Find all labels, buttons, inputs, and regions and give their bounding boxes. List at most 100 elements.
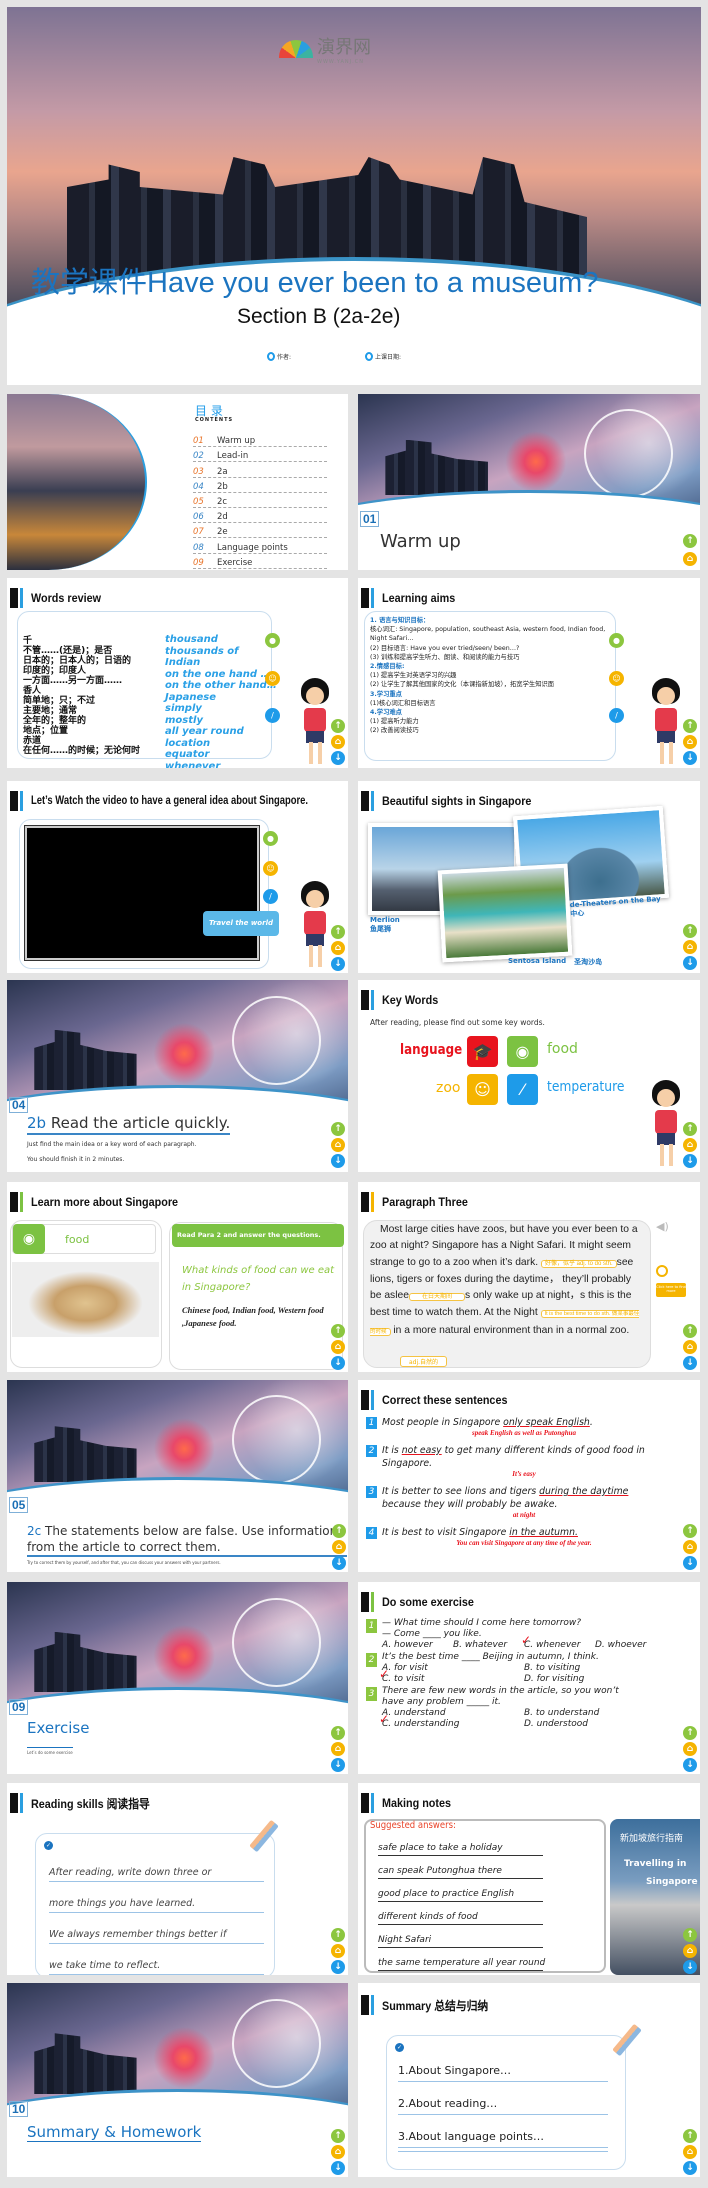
nav-up-icon[interactable]: ↑	[331, 925, 345, 939]
option[interactable]: C. to visit ✓	[379, 1668, 524, 1685]
nav-home-icon[interactable]: ⌂	[332, 1540, 346, 1554]
nav-down-icon[interactable]: ↓	[331, 2161, 345, 2175]
nav-up-icon[interactable]: ↑	[331, 1726, 345, 1740]
nav-down-icon[interactable]: ↓	[683, 1960, 697, 1974]
nav-up-icon[interactable]: ↑	[331, 1122, 345, 1136]
nav-home-icon[interactable]: ⌂	[331, 735, 345, 749]
nav-home-icon[interactable]: ⌂	[683, 1540, 697, 1554]
slide-2b[interactable]: 04 2b Read the article quickly. Just fin…	[7, 980, 348, 1172]
nav-up-icon[interactable]: ↑	[331, 2129, 345, 2143]
option[interactable]: D. for visiting	[524, 1674, 666, 1685]
travel-world-button[interactable]: Travel the world	[203, 911, 279, 936]
toc-item[interactable]: 03 2a	[193, 462, 327, 478]
nav-up-icon[interactable]: ↑	[683, 534, 697, 548]
nav-down-icon[interactable]: ↓	[331, 957, 345, 971]
nav-up-icon[interactable]: ↑	[683, 1524, 697, 1538]
nav-up-icon[interactable]: ↑	[332, 1524, 346, 1538]
nav-down-icon[interactable]: ↓	[331, 1960, 345, 1974]
nav-down-icon[interactable]: ↓	[683, 2161, 697, 2175]
nav-up-icon[interactable]: ↑	[331, 719, 345, 733]
nav-up-icon[interactable]: ↑	[683, 1726, 697, 1740]
slide-making-notes[interactable]: Making notes Suggested answers: safe pla…	[358, 1783, 700, 1975]
option[interactable]: A. understand	[382, 1708, 524, 1719]
nav-down-icon[interactable]: ↓	[683, 751, 697, 765]
option[interactable]: A. for visit	[382, 1663, 524, 1674]
slide-correct-sentences[interactable]: Correct these sentences 1 Most people in …	[358, 1380, 700, 1572]
slide-key-words[interactable]: Key Words After reading, please find out…	[358, 980, 700, 1172]
nav-home-icon[interactable]: ⌂	[683, 552, 697, 566]
toc-item[interactable]: 05 2c	[193, 493, 327, 508]
nav-up-icon[interactable]: ↑	[683, 1324, 697, 1338]
nav-down-icon[interactable]: ↓	[331, 1758, 345, 1772]
option[interactable]: B. whatever	[453, 1640, 524, 1651]
nav-home-icon[interactable]: ⌂	[683, 1138, 697, 1152]
nav-home-icon[interactable]: ⌂	[331, 941, 345, 955]
slide-title[interactable]: 演界网 WWW.YANJ.CN 教学课件Have you ever been t…	[7, 7, 701, 385]
nav-up-icon[interactable]: ↑	[683, 1122, 697, 1136]
option[interactable]: B. to visiting	[524, 1663, 666, 1674]
nav-home-icon[interactable]: ⌂	[683, 735, 697, 749]
slide-words-review[interactable]: Words review 千不管……(还是)；是否 日本的；日本人的；日语的 印度的…	[7, 578, 348, 768]
toc-item[interactable]: 06 2d	[193, 508, 327, 524]
toc-item[interactable]: 04 2b	[193, 478, 327, 493]
tiger-icon[interactable]: ☺	[467, 1074, 498, 1105]
magnifier-icon[interactable]	[656, 1265, 668, 1277]
find-more-button[interactable]: Click here to find more	[656, 1283, 686, 1297]
toc-item[interactable]: 09 Exercise	[193, 554, 327, 569]
thermometer-icon[interactable]: ⁄	[507, 1074, 538, 1105]
slide-summary[interactable]: Summary 总结与归纳 ✓ 1.About Singapore… 2.Abou…	[358, 1983, 700, 2177]
slide-contents[interactable]: 目 录 CONTENTS 01 Warm up 02 Lead-in 03 2a 04 2b 0…	[7, 394, 348, 570]
nav-home-icon[interactable]: ⌂	[683, 1944, 697, 1958]
toc-item[interactable]: 07 2e	[193, 523, 327, 539]
option[interactable]: C. whenever ✓	[521, 1634, 595, 1651]
option[interactable]: C. understanding ✓	[379, 1713, 524, 1730]
graduation-cap-icon[interactable]: 🎓	[467, 1036, 498, 1067]
toc-item[interactable]: 02 Lead-in	[193, 447, 327, 463]
nav-down-icon[interactable]: ↓	[683, 1758, 697, 1772]
slide-warmup[interactable]: 01 Warm up ↑ ⌂	[358, 394, 700, 570]
toc-item[interactable]: 08 Language points	[193, 538, 327, 554]
slide-do-exercise[interactable]: Do some exercise 1 — What time should I c…	[358, 1582, 700, 1774]
slide-paragraph-three[interactable]: Paragraph Three Most large cities have z…	[358, 1182, 700, 1372]
slide-2c[interactable]: 05 2c The statements below are false. Us…	[7, 1380, 348, 1572]
nav-home-icon[interactable]: ⌂	[683, 1340, 697, 1354]
nav-up-icon[interactable]: ↑	[331, 1324, 345, 1338]
nav-down-icon[interactable]: ↓	[683, 1154, 697, 1168]
option[interactable]: B. to understand	[524, 1708, 666, 1719]
nav-home-icon[interactable]: ⌂	[683, 1742, 697, 1756]
slide-sights[interactable]: Beautiful sights in Singapore Merlion 鱼尾狮…	[358, 781, 700, 973]
slide-learning-aims[interactable]: Learning aims 1. 语言与知识目标： 核心词汇: Singapore…	[358, 578, 700, 768]
slide-summary-section[interactable]: 10 Summary & Homework ↑ ⌂ ↓	[7, 1983, 348, 2177]
nav-up-icon[interactable]: ↑	[683, 924, 697, 938]
nav-down-icon[interactable]: ↓	[331, 751, 345, 765]
nav-home-icon[interactable]: ⌂	[683, 2145, 697, 2159]
nav-up-icon[interactable]: ↑	[683, 1928, 697, 1942]
nav-home-icon[interactable]: ⌂	[331, 2145, 345, 2159]
nav-down-icon[interactable]: ↓	[331, 1356, 345, 1370]
nav-down-icon[interactable]: ↓	[331, 1154, 345, 1168]
nav-down-icon[interactable]: ↓	[332, 1556, 346, 1570]
nav-up-icon[interactable]: ↑	[683, 2129, 697, 2143]
video-player[interactable]	[24, 825, 260, 961]
option[interactable]: D. whoever	[595, 1640, 666, 1651]
slide-video[interactable]: Let’s Watch the video to have a general …	[7, 781, 348, 973]
toc-item[interactable]: 01 Warm up	[193, 432, 327, 448]
nav-home-icon[interactable]: ⌂	[331, 1138, 345, 1152]
nav-down-icon[interactable]: ↓	[683, 956, 697, 970]
nav-down-icon[interactable]: ↓	[683, 1356, 697, 1370]
speaker-icon[interactable]: ◀)	[656, 1220, 669, 1233]
slide-reading-skills[interactable]: Reading skills 阅读指导 ✓ After reading, wri…	[7, 1783, 348, 1975]
nav-home-icon[interactable]: ⌂	[683, 940, 697, 954]
question-text: What kinds of food can we eat in Singapo…	[182, 1265, 335, 1293]
plate-icon[interactable]: ◉	[507, 1036, 538, 1067]
slide-learn-more[interactable]: Learn more about Singapore ◉ food Read P…	[7, 1182, 348, 1372]
nav-home-icon[interactable]: ⌂	[331, 1742, 345, 1756]
option[interactable]: A. however	[382, 1640, 453, 1651]
nav-up-icon[interactable]: ↑	[331, 1928, 345, 1942]
slide-exercise-section[interactable]: 09 Exercise Let’s do some exercise ↑ ⌂ ↓	[7, 1582, 348, 1774]
nav-down-icon[interactable]: ↓	[683, 1556, 697, 1570]
nav-up-icon[interactable]: ↑	[683, 719, 697, 733]
option[interactable]: D. understood	[524, 1719, 666, 1730]
nav-home-icon[interactable]: ⌂	[331, 1340, 345, 1354]
nav-home-icon[interactable]: ⌂	[331, 1944, 345, 1958]
